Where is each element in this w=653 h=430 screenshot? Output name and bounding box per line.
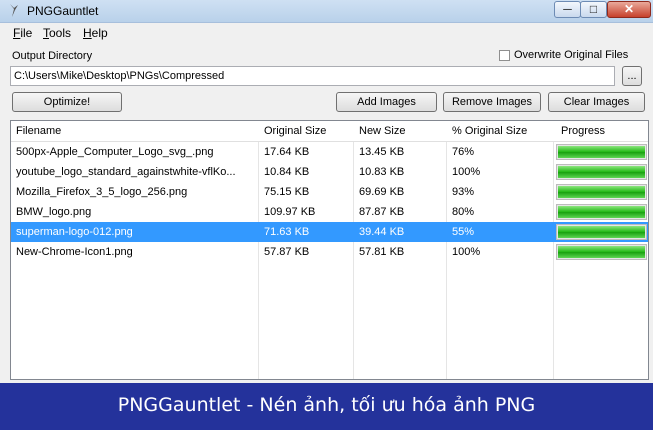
column-header-percent[interactable]: % Original Size xyxy=(452,125,527,137)
cell-filename: superman-logo-012.png xyxy=(16,226,133,238)
overwrite-label: Overwrite Original Files xyxy=(514,49,629,61)
cell-filename: youtube_logo_standard_againstwhite-vflKo… xyxy=(16,166,236,178)
app-icon xyxy=(10,4,18,17)
progress-fill xyxy=(558,186,645,198)
progress-fill xyxy=(558,246,645,258)
clear-images-button[interactable]: Clear Images xyxy=(548,92,645,112)
close-icon: ✕ xyxy=(623,2,635,16)
remove-images-button[interactable]: Remove Images xyxy=(443,92,541,112)
cell-percent: 80% xyxy=(452,206,475,218)
caption-banner: PNGGauntlet - Nén ảnh, tối ưu hóa ảnh PN… xyxy=(0,383,653,430)
output-directory-label: Output Directory xyxy=(12,50,93,62)
cell-new-size: 69.69 KB xyxy=(359,186,405,198)
cell-filename: New-Chrome-Icon1.png xyxy=(16,246,133,258)
cell-original-size: 75.15 KB xyxy=(264,186,310,198)
progress-fill xyxy=(558,146,645,158)
list-header: Filename Original Size New Size % Origin… xyxy=(11,121,648,142)
cell-new-size: 87.87 KB xyxy=(359,206,405,218)
overwrite-checkbox[interactable] xyxy=(499,50,510,61)
progress-bar xyxy=(556,224,647,240)
table-row[interactable]: youtube_logo_standard_againstwhite-vflKo… xyxy=(11,162,648,182)
progress-bar xyxy=(556,184,647,200)
output-directory-input[interactable] xyxy=(10,66,615,86)
cell-filename: Mozilla_Firefox_3_5_logo_256.png xyxy=(16,186,188,198)
cell-new-size: 39.44 KB xyxy=(359,226,405,238)
progress-fill xyxy=(558,206,645,218)
title-bar: PNGGauntlet ─ □ ✕ xyxy=(0,0,653,23)
table-row[interactable]: 500px-Apple_Computer_Logo_svg_.png 17.64 … xyxy=(11,142,648,162)
progress-bar xyxy=(556,164,647,180)
cell-filename: BMW_logo.png xyxy=(16,206,92,218)
table-row[interactable]: superman-logo-012.png 71.63 KB 39.44 KB 55% xyxy=(11,222,648,242)
progress-bar xyxy=(556,144,647,160)
cell-percent: 93% xyxy=(452,186,475,198)
table-row[interactable]: New-Chrome-Icon1.png 57.87 KB 57.81 KB 100% xyxy=(11,242,648,262)
image-list[interactable]: Filename Original Size New Size % Origin… xyxy=(10,120,649,380)
column-header-new-size[interactable]: New Size xyxy=(359,125,405,137)
cell-original-size: 71.63 KB xyxy=(264,226,310,238)
cell-percent: 76% xyxy=(452,146,475,158)
caption-text: PNGGauntlet - Nén ảnh, tối ưu hóa ảnh PN… xyxy=(117,394,536,416)
maximize-button[interactable]: □ xyxy=(580,1,607,18)
progress-bar xyxy=(556,244,647,260)
column-header-filename[interactable]: Filename xyxy=(16,125,61,137)
minimize-icon: ─ xyxy=(563,2,572,16)
progress-bar xyxy=(556,204,647,220)
progress-fill xyxy=(558,166,645,178)
app-window: PNGGauntlet ─ □ ✕ File Tools Help Output… xyxy=(0,0,653,383)
cell-new-size: 57.81 KB xyxy=(359,246,405,258)
window-title: PNGGauntlet xyxy=(27,4,99,18)
cell-original-size: 10.84 KB xyxy=(264,166,310,178)
progress-fill xyxy=(558,226,645,238)
table-row[interactable]: Mozilla_Firefox_3_5_logo_256.png 75.15 KB… xyxy=(11,182,648,202)
menu-bar: File Tools Help xyxy=(0,23,653,42)
cell-new-size: 13.45 KB xyxy=(359,146,405,158)
add-images-button[interactable]: Add Images xyxy=(336,92,437,112)
column-header-progress[interactable]: Progress xyxy=(561,125,605,137)
close-button[interactable]: ✕ xyxy=(607,1,651,18)
menu-tools[interactable]: Tools xyxy=(43,26,71,40)
cell-percent: 55% xyxy=(452,226,475,238)
cell-original-size: 57.87 KB xyxy=(264,246,310,258)
cell-original-size: 17.64 KB xyxy=(264,146,310,158)
column-header-original-size[interactable]: Original Size xyxy=(264,125,326,137)
browse-button[interactable]: ... xyxy=(622,66,642,86)
minimize-button[interactable]: ─ xyxy=(554,1,581,18)
maximize-icon: □ xyxy=(589,2,598,16)
cell-percent: 100% xyxy=(452,246,481,258)
cell-percent: 100% xyxy=(452,166,481,178)
optimize-button[interactable]: Optimize! xyxy=(12,92,122,112)
cell-original-size: 109.97 KB xyxy=(264,206,316,218)
cell-new-size: 10.83 KB xyxy=(359,166,405,178)
menu-file[interactable]: File xyxy=(13,26,32,40)
menu-help[interactable]: Help xyxy=(83,26,108,40)
cell-filename: 500px-Apple_Computer_Logo_svg_.png xyxy=(16,146,214,158)
table-row[interactable]: BMW_logo.png 109.97 KB 87.87 KB 80% xyxy=(11,202,648,222)
